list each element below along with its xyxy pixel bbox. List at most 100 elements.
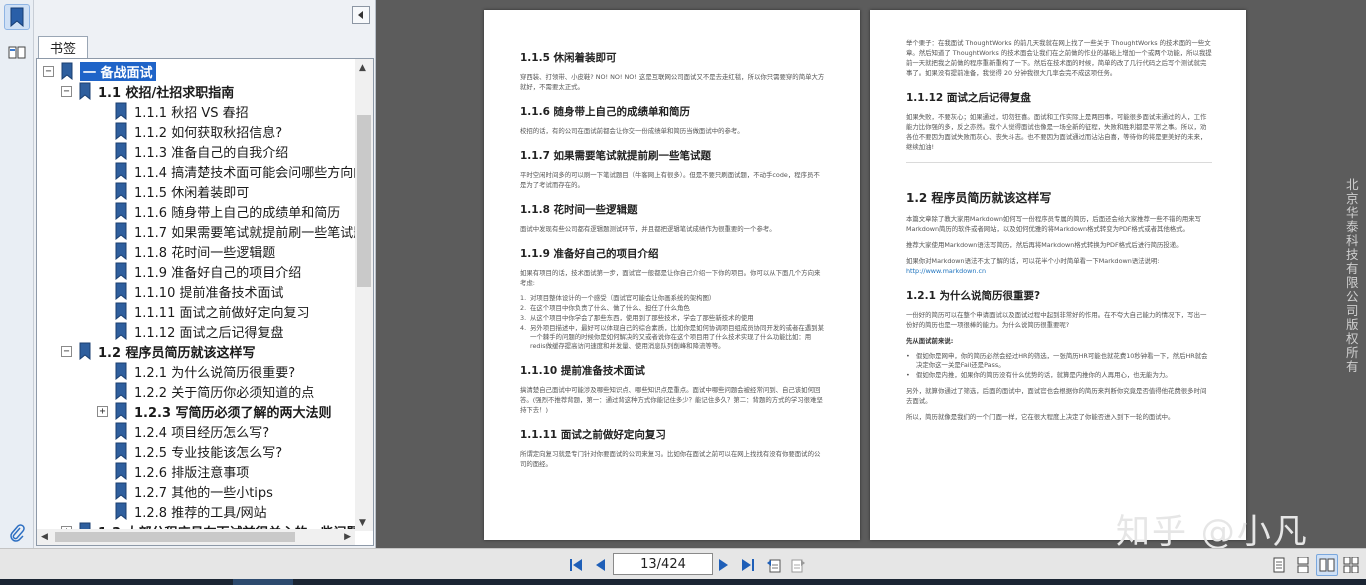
bookmark-label: 1.1.7 如果需要笔试就提前刷一些笔试题 [134,225,355,241]
scroll-right-icon[interactable]: ▶ [344,532,351,542]
bookmark-item[interactable]: 1.2.4 项目经历怎么写? [97,421,269,441]
previous-page-icon [596,559,605,571]
paragraph: 校招的话，有的公司在面试前都会让你交一份成绩单和简历当做面试中的参考。 [520,127,744,135]
continuous-page-icon [1297,557,1309,573]
markdown-link[interactable]: http://www.markdown.cn [906,267,986,275]
bookmark-item[interactable]: 1.2.2 关于简历你必须知道的点 [97,381,314,401]
bookmark-item[interactable]: 1.1.2 如何获取秋招信息? [97,121,282,141]
paragraph-bold: 先从面试前来说: [906,337,954,345]
bookmark-label: 1.2.8 推荐的工具/网站 [134,505,267,521]
previous-view-button[interactable] [764,555,784,575]
panel-header [34,0,376,32]
bookmark-label: 1.1.12 面试之后记得复盘 [134,325,284,341]
bookmark-item[interactable]: 1.2.1 为什么说简历很重要? [97,361,295,381]
previous-page-button[interactable] [590,555,610,575]
bookmark-tree: − 一 备战面试 −1.1 校招/社招求职指南 1.1.1 秋招 VS 春招 1.1.2… [37,59,355,531]
bookmark-item[interactable]: 1.1.1 秋招 VS 春招 [97,101,249,121]
bookmark-item[interactable]: +1.2.3 写简历必须了解的两大法则 [97,401,332,421]
side-toolbar [0,0,34,548]
paragraph: 穿西装、打领带、小皮鞋? NO! NO! NO! 这是互联网公司面试又不是去走红… [520,73,825,91]
paragraph: 如果你对Markdown语法不太了解的话，可以花半个小时简单看一下Markdow… [906,256,1212,276]
divider [906,162,1212,163]
expand-icon[interactable]: + [97,405,108,417]
continuous-facing-view-button[interactable] [1340,554,1362,576]
bookmark-tree-box: − 一 备战面试 −1.1 校招/社招求职指南 1.1.1 秋招 VS 春招 1.1.2… [36,58,374,546]
bookmark-item[interactable]: 1.1.3 准备自己的自我介绍 [97,141,288,161]
bookmark-item[interactable]: 1.2.7 其他的一些小tips [97,481,273,501]
bookmark-label: 1.2.4 项目经历怎么写? [134,425,270,441]
bookmark-label: 1.1.6 随身带上自己的成绩单和简历 [134,205,341,221]
bookmark-item[interactable]: − 一 备战面试 [43,61,156,81]
collapse-icon[interactable]: − [61,85,72,97]
triangle-left-icon [358,11,363,19]
section-heading: 1.1.12 面试之后记得复盘 [906,92,1031,104]
bookmark-item[interactable]: 1.1.12 面试之后记得复盘 [97,321,283,341]
bookmark-icon [115,162,127,180]
brand-watermark: 知乎 @小凡 [1116,512,1309,552]
bookmark-label: 1.1.2 如何获取秋招信息? [134,125,283,141]
taskbar-active-app[interactable] [233,579,293,585]
bookmark-label: 1.1.3 准备自己的自我介绍 [134,145,289,161]
bookmark-item[interactable]: 1.2.5 专业技能该怎么写? [97,441,282,461]
bookmark-item[interactable]: 1.1.9 准备好自己的项目介绍 [97,261,301,281]
thumbnails-panel-button[interactable] [4,40,30,66]
paragraph: 所谓定向复习就是专门针对你要面试的公司来复习。比如你在面试之前可以在网上找找有没… [520,450,821,468]
bookmark-icon [115,202,127,220]
bookmark-icon [115,402,127,420]
chapter-heading: 1.2 程序员简历就该这样写 [906,191,1052,205]
navigation-bar: 13/424 [0,548,1366,579]
bookmark-icon [115,242,127,260]
collapse-icon[interactable]: − [61,345,72,357]
paragraph: 平时空闲时间多的可以刷一下笔试题目（牛客网上有很多）。但是不要只刷面试题，不动手… [520,171,820,189]
list-item: 对项目整体设计的一个感受（面试官可能会让你画系统的架构图） [520,294,826,303]
horizontal-scrollbar[interactable]: ◀ ▶ [37,529,355,545]
next-view-button[interactable] [788,555,808,575]
bookmark-item[interactable]: 1.2.6 排版注意事项 [97,461,249,481]
last-page-button[interactable] [738,555,758,575]
list-item: 另外项目描述中，最好可以体现自己的综合素质，比如你是如何协调项目组成员协同开发的… [520,324,826,351]
vertical-scrollbar[interactable]: ▲ ▼ [355,59,373,531]
next-page-icon [719,559,728,571]
paragraph: 搞清楚自己面试中可能涉及哪些知识点、哪些知识点是重点。面试中哪些问题会被经常问到… [520,386,823,414]
facing-pages-icon [1319,558,1335,572]
tab-bookmarks[interactable]: 书签 [38,36,88,58]
document-view[interactable]: 1.1.5 休闲着装即可 穿西装、打领带、小皮鞋? NO! NO! NO! 这是… [376,0,1366,552]
bookmark-icon [115,442,127,460]
continuous-view-button[interactable] [1292,554,1314,576]
bookmark-item[interactable]: − 1.1 校招/社招求职指南 [61,81,234,101]
horizontal-scroll-thumb[interactable] [55,532,295,542]
bookmark-item[interactable]: 1.1.5 休闲着装即可 [97,181,249,201]
bookmark-item[interactable]: 1.1.10 提前准备技术面试 [97,281,283,301]
bookmark-icon [115,362,127,380]
attachments-panel-button[interactable] [4,520,30,546]
bookmark-icon [115,142,127,160]
page-content: 举个栗子：在我面试 ThoughtWorks 的前几天我就在网上找了一些关于 T… [906,38,1212,428]
bookmark-item[interactable]: − 1.2 程序员简历就该这样写 [61,341,256,361]
scroll-down-icon[interactable]: ▼ [359,518,366,528]
bookmark-icon [79,82,91,100]
single-page-view-button[interactable] [1268,554,1290,576]
vertical-scroll-thumb[interactable] [357,115,371,287]
scroll-up-icon[interactable]: ▲ [359,63,366,73]
collapse-panel-button[interactable] [352,6,370,24]
bookmark-item[interactable]: 1.2.8 推荐的工具/网站 [97,501,267,521]
bookmark-icon [115,102,127,120]
bookmark-item[interactable]: 1.1.11 面试之前做好定向复习 [97,301,309,321]
page-number-field[interactable]: 13/424 [613,553,713,575]
collapse-icon[interactable]: − [43,65,54,77]
bookmark-label: 1.1.10 提前准备技术面试 [134,285,284,301]
next-page-button[interactable] [714,555,734,575]
bookmark-icon [10,7,24,27]
paragraph: 如果有项目的话，技术面试第一步，面试官一般都是让你自己介绍一下你的项目。你可以从… [520,269,821,287]
bookmark-icon [115,222,127,240]
bookmark-label: 1.2.2 关于简历你必须知道的点 [134,385,315,401]
bookmark-item[interactable]: 1.1.7 如果需要笔试就提前刷一些笔试题 [97,221,355,241]
bookmark-item[interactable]: 1.1.4 搞清楚技术面可能会问哪些方向的问题 [97,161,355,181]
first-page-button[interactable] [566,555,586,575]
bookmark-item[interactable]: 1.1.6 随身带上自己的成绩单和简历 [97,201,340,221]
previous-view-icon [767,559,781,573]
scroll-left-icon[interactable]: ◀ [41,532,48,542]
bookmark-item[interactable]: 1.1.8 花时间一些逻辑题 [97,241,275,261]
facing-view-button[interactable] [1316,554,1338,576]
bookmarks-panel-button[interactable] [4,4,30,30]
